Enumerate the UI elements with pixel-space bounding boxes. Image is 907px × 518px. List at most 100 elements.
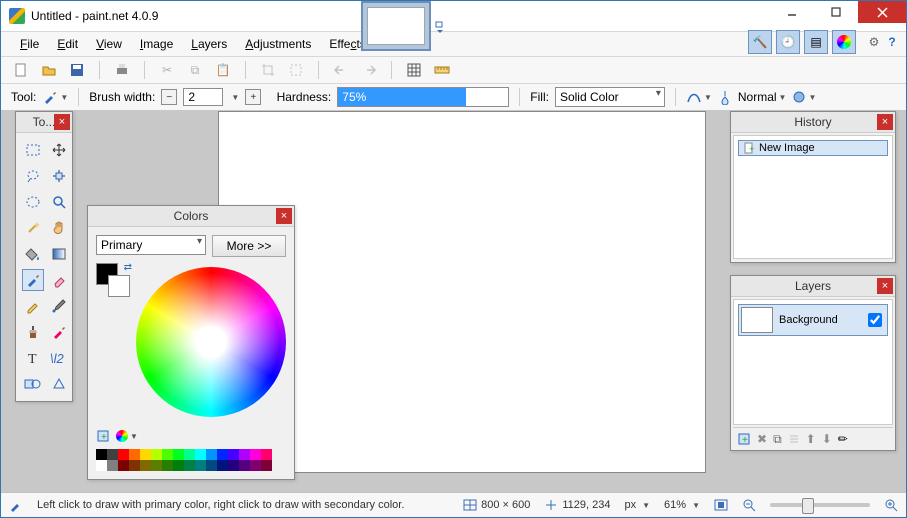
zoom-slider[interactable] xyxy=(770,503,870,507)
palette-swatch[interactable] xyxy=(107,449,118,460)
palette-swatch[interactable] xyxy=(217,460,228,471)
palette-swatch[interactable] xyxy=(151,449,162,460)
palette-swatch[interactable] xyxy=(140,460,151,471)
tool-line[interactable]: \l2 xyxy=(48,347,70,369)
overwrite-button[interactable]: ▼ xyxy=(792,90,816,104)
palette-swatch[interactable] xyxy=(151,460,162,471)
palette-swatch[interactable] xyxy=(261,460,272,471)
tool-move-pixels[interactable] xyxy=(48,165,70,187)
palette-swatch[interactable] xyxy=(195,449,206,460)
tool-clone-stamp[interactable] xyxy=(22,321,44,343)
deselect-button[interactable] xyxy=(286,60,306,80)
minimize-button[interactable] xyxy=(770,1,814,23)
new-button[interactable] xyxy=(11,60,31,80)
add-color-button[interactable]: + xyxy=(96,429,110,443)
palette-swatch[interactable] xyxy=(118,449,129,460)
tool-rect-select[interactable] xyxy=(22,139,44,161)
palette-swatch[interactable] xyxy=(228,449,239,460)
palette-swatch[interactable] xyxy=(129,460,140,471)
tool-gradient[interactable] xyxy=(48,243,70,265)
tool-lasso-select[interactable] xyxy=(22,165,44,187)
fit-window-button[interactable] xyxy=(714,498,728,512)
tool-paint-bucket[interactable] xyxy=(22,243,44,265)
layers-panel-close[interactable]: × xyxy=(877,278,893,294)
close-button[interactable] xyxy=(858,1,906,23)
palette-swatch[interactable] xyxy=(261,449,272,460)
open-button[interactable] xyxy=(39,60,59,80)
alpha-blend-icon[interactable] xyxy=(718,89,732,105)
tools-panel-close[interactable]: × xyxy=(54,114,70,130)
palette-swatch[interactable] xyxy=(173,449,184,460)
palette-swatch[interactable] xyxy=(162,449,173,460)
tool-move-selection[interactable] xyxy=(48,139,70,161)
menu-file[interactable]: File xyxy=(13,34,46,54)
fill-select[interactable]: Solid Color xyxy=(555,87,665,107)
zoom-slider-knob[interactable] xyxy=(802,498,814,514)
tool-shapes[interactable] xyxy=(22,373,44,395)
status-unit[interactable]: px xyxy=(625,499,637,511)
copy-button[interactable]: ⧉ xyxy=(185,60,205,80)
palette-swatch[interactable] xyxy=(250,460,261,471)
tool-pan[interactable] xyxy=(48,217,70,239)
menu-view[interactable]: View xyxy=(89,34,129,54)
color-wheel[interactable] xyxy=(136,267,286,417)
unit-dropdown-icon[interactable]: ▼ xyxy=(642,501,650,510)
swap-colors-icon[interactable]: ⇄ xyxy=(124,262,132,273)
palette-swatch[interactable] xyxy=(107,460,118,471)
palette-swatch[interactable] xyxy=(96,460,107,471)
colors-more-button[interactable]: More >> xyxy=(212,235,286,257)
menu-edit[interactable]: Edit xyxy=(50,34,85,54)
print-button[interactable] xyxy=(112,60,132,80)
brushwidth-increment[interactable]: + xyxy=(245,89,261,105)
history-panel-title[interactable]: History xyxy=(731,112,895,133)
palette-swatch[interactable] xyxy=(162,460,173,471)
brushwidth-decrement[interactable]: − xyxy=(161,89,177,105)
layers-panel-title[interactable]: Layers xyxy=(731,276,895,297)
help-icon[interactable]: ? xyxy=(884,34,900,50)
menu-image[interactable]: Image xyxy=(133,34,180,54)
brushwidth-dropdown[interactable]: ▼ xyxy=(231,93,239,102)
tool-pencil[interactable] xyxy=(22,295,44,317)
layer-item[interactable]: Background xyxy=(738,304,888,336)
brushwidth-input[interactable] xyxy=(183,88,223,106)
zoom-dropdown-icon[interactable]: ▼ xyxy=(692,501,700,510)
tool-magic-wand[interactable] xyxy=(22,217,44,239)
window-tools-button[interactable]: 🔨 xyxy=(748,30,772,54)
color-target-select[interactable]: Primary xyxy=(96,235,206,255)
tool-zoom[interactable] xyxy=(48,191,70,213)
image-thumbnail[interactable] xyxy=(361,1,431,51)
history-item[interactable]: + New Image xyxy=(738,140,888,156)
hardness-slider[interactable]: 75% xyxy=(337,87,509,107)
layer-duplicate-button[interactable]: ⧉ xyxy=(773,432,782,447)
palette-swatch[interactable] xyxy=(217,449,228,460)
tool-recolor[interactable] xyxy=(48,321,70,343)
menu-layers[interactable]: Layers xyxy=(184,34,234,54)
colors-panel-close[interactable]: × xyxy=(276,208,292,224)
palette-swatch[interactable] xyxy=(206,460,217,471)
palette-swatch[interactable] xyxy=(195,460,206,471)
window-layers-button[interactable]: ▤ xyxy=(804,30,828,54)
palette-menu-button[interactable]: ▼ xyxy=(116,429,138,443)
tool-text[interactable]: T xyxy=(22,347,44,369)
layer-moveup-button[interactable]: ⬆ xyxy=(806,432,816,446)
maximize-button[interactable] xyxy=(814,1,858,23)
colors-panel-title[interactable]: Colors xyxy=(88,206,294,227)
status-zoom[interactable]: 61% xyxy=(664,499,686,511)
grid-button[interactable] xyxy=(404,60,424,80)
redo-button[interactable] xyxy=(359,60,379,80)
palette-swatch[interactable] xyxy=(206,449,217,460)
palette-swatch[interactable] xyxy=(129,449,140,460)
layer-delete-button[interactable]: ✖ xyxy=(757,432,767,446)
tool-color-picker[interactable] xyxy=(48,295,70,317)
palette-swatch[interactable] xyxy=(184,460,195,471)
layer-add-button[interactable]: + xyxy=(737,432,751,446)
save-button[interactable] xyxy=(67,60,87,80)
image-list-dropdown-icon[interactable] xyxy=(435,21,447,33)
antialias-button[interactable]: ▼ xyxy=(686,90,712,104)
layer-merge-button[interactable] xyxy=(788,433,800,445)
zoom-out-button[interactable] xyxy=(742,498,756,512)
color-swatches[interactable]: ⇄ xyxy=(96,263,130,297)
tool-shape-extra[interactable] xyxy=(48,373,70,395)
current-tool-icon[interactable]: ▼ xyxy=(42,89,68,105)
palette-swatch[interactable] xyxy=(118,460,129,471)
